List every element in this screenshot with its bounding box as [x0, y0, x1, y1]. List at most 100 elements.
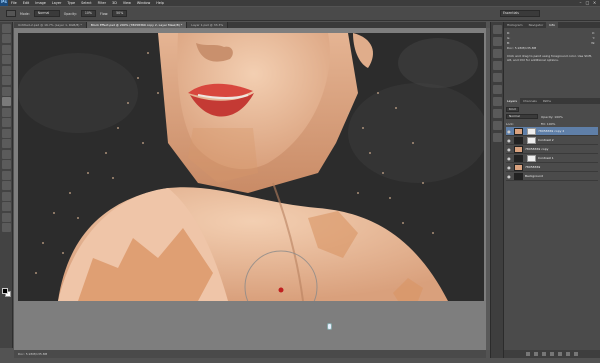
- adjustments-panel-icon[interactable]: [493, 73, 502, 82]
- layer-row[interactable]: ● Contrast 2: [506, 136, 598, 145]
- document-canvas[interactable]: [18, 33, 484, 301]
- actions-panel-icon[interactable]: [493, 37, 502, 46]
- dodge-tool-icon[interactable]: [2, 160, 11, 169]
- eye-icon[interactable]: ●: [506, 145, 512, 154]
- info-hint: Click and drag to paint using foreground…: [507, 54, 592, 62]
- minimize-icon[interactable]: –: [577, 0, 584, 6]
- styles-panel-icon[interactable]: [493, 85, 502, 94]
- paragraph-panel-icon[interactable]: [493, 109, 502, 118]
- menu-edit[interactable]: Edit: [20, 0, 33, 6]
- tab-paths[interactable]: Paths: [540, 98, 554, 104]
- menu-3d[interactable]: 3D: [109, 0, 120, 6]
- layer-filter-row: Kind: [506, 106, 598, 113]
- layer-row[interactable]: ● 78058369: [506, 163, 598, 172]
- layer-name: 78058369 copy: [525, 147, 549, 151]
- close-icon[interactable]: ×: [591, 0, 598, 6]
- canvas-area[interactable]: [14, 28, 486, 350]
- swatches-panel-icon[interactable]: [493, 61, 502, 70]
- mode-label: Mode:: [20, 11, 30, 16]
- foreground-color-swatch[interactable]: [2, 288, 8, 294]
- layer-thumbnail: [514, 154, 523, 162]
- layer-style-icon[interactable]: [534, 352, 538, 356]
- layer-thumbnail: [514, 136, 523, 144]
- layer-opacity-field[interactable]: Opacity: 100%: [541, 115, 563, 119]
- layer-name: 78058369: [525, 165, 541, 169]
- path-select-tool-icon[interactable]: [2, 191, 11, 201]
- layer-kind-select[interactable]: Kind: [506, 107, 519, 112]
- layer-mask-thumbnail[interactable]: [527, 136, 536, 144]
- delete-layer-icon[interactable]: [574, 352, 578, 356]
- tab-histogram[interactable]: Histogram: [504, 22, 526, 28]
- brush-tool-icon[interactable]: [2, 97, 11, 106]
- layer-row[interactable]: ● Background: [506, 172, 598, 181]
- layer-row[interactable]: ● 78058369 copy 2: [506, 127, 598, 136]
- add-mask-icon[interactable]: [542, 352, 546, 356]
- eye-icon[interactable]: ●: [506, 136, 512, 145]
- eye-icon[interactable]: ●: [506, 154, 512, 163]
- blend-mode-select[interactable]: Normal: [506, 114, 538, 119]
- artwork-image: [18, 33, 484, 301]
- tab-layers[interactable]: Layers: [504, 98, 520, 104]
- history-brush-tool-icon[interactable]: [2, 118, 11, 127]
- tool-presets-panel-icon[interactable]: [493, 133, 502, 142]
- tab-navigator[interactable]: Navigator: [526, 22, 547, 28]
- pen-tool-icon[interactable]: [2, 170, 11, 180]
- layer-row[interactable]: ● Contrast 1: [506, 154, 598, 163]
- clone-stamp-tool-icon[interactable]: [2, 107, 11, 117]
- menu-image[interactable]: Image: [32, 0, 49, 6]
- move-tool-icon[interactable]: [2, 23, 11, 33]
- layer-thumbnail: [514, 145, 523, 153]
- menu-bar: Ps File Edit Image Layer Type Select Fil…: [0, 0, 600, 6]
- layer-thumbnail: [514, 172, 523, 180]
- mouse-cursor-icon: [327, 323, 332, 330]
- hand-tool-icon[interactable]: [2, 212, 11, 222]
- eraser-tool-icon[interactable]: [2, 128, 11, 138]
- layer-mask-thumbnail[interactable]: [527, 154, 536, 162]
- eye-icon[interactable]: ●: [506, 172, 512, 181]
- mode-select[interactable]: Normal: [33, 10, 60, 17]
- new-group-icon[interactable]: [558, 352, 562, 356]
- type-tool-icon[interactable]: [2, 181, 11, 190]
- eyedropper-tool-icon[interactable]: [2, 76, 11, 85]
- quick-select-tool-icon[interactable]: [2, 55, 11, 64]
- healing-tool-icon[interactable]: [2, 86, 11, 96]
- tab-channels[interactable]: Channels: [520, 98, 540, 104]
- layer-mask-thumbnail[interactable]: [527, 127, 536, 135]
- adjustment-layer-icon[interactable]: [550, 352, 554, 356]
- menu-help[interactable]: Help: [153, 0, 167, 6]
- menu-select[interactable]: Select: [78, 0, 94, 6]
- panel-dock-strip: [490, 22, 504, 358]
- maximize-icon[interactable]: □: [584, 0, 591, 6]
- menu-type[interactable]: Type: [64, 0, 78, 6]
- photoshop-logo: Ps: [0, 0, 8, 6]
- marquee-tool-icon[interactable]: [2, 34, 11, 43]
- eye-icon[interactable]: ●: [506, 127, 512, 136]
- flow-field[interactable]: 50%: [112, 10, 128, 17]
- lasso-tool-icon[interactable]: [2, 44, 11, 54]
- zoom-tool-icon[interactable]: [2, 223, 11, 232]
- brush-preset-icon[interactable]: [6, 10, 16, 17]
- opacity-field[interactable]: 10%: [80, 10, 96, 17]
- character-panel-icon[interactable]: [493, 97, 502, 106]
- menu-filter[interactable]: Filter: [95, 0, 109, 6]
- new-layer-icon[interactable]: [566, 352, 570, 356]
- blur-tool-icon[interactable]: [2, 149, 11, 159]
- history-panel-icon[interactable]: [493, 25, 502, 34]
- tab-info[interactable]: Info: [546, 22, 558, 28]
- layer-blend-row: Normal Opacity: 100%: [506, 113, 598, 120]
- layer-row[interactable]: ● 78058369 copy: [506, 145, 598, 154]
- menu-file[interactable]: File: [8, 0, 20, 6]
- menu-view[interactable]: View: [120, 0, 134, 6]
- crop-tool-icon[interactable]: [2, 65, 11, 75]
- gradient-tool-icon[interactable]: [2, 139, 11, 148]
- properties-panel-icon[interactable]: [493, 121, 502, 130]
- layer-fill-field[interactable]: Fill: 100%: [541, 122, 556, 126]
- menu-window[interactable]: Window: [134, 0, 153, 6]
- shape-tool-icon[interactable]: [2, 202, 11, 211]
- brush-panel-icon[interactable]: [493, 49, 502, 58]
- lock-label: Lock:: [506, 121, 514, 126]
- workspace-select[interactable]: Essentials: [500, 10, 540, 17]
- menu-layer[interactable]: Layer: [49, 0, 64, 6]
- link-layers-icon[interactable]: [526, 352, 530, 356]
- eye-icon[interactable]: ●: [506, 163, 512, 172]
